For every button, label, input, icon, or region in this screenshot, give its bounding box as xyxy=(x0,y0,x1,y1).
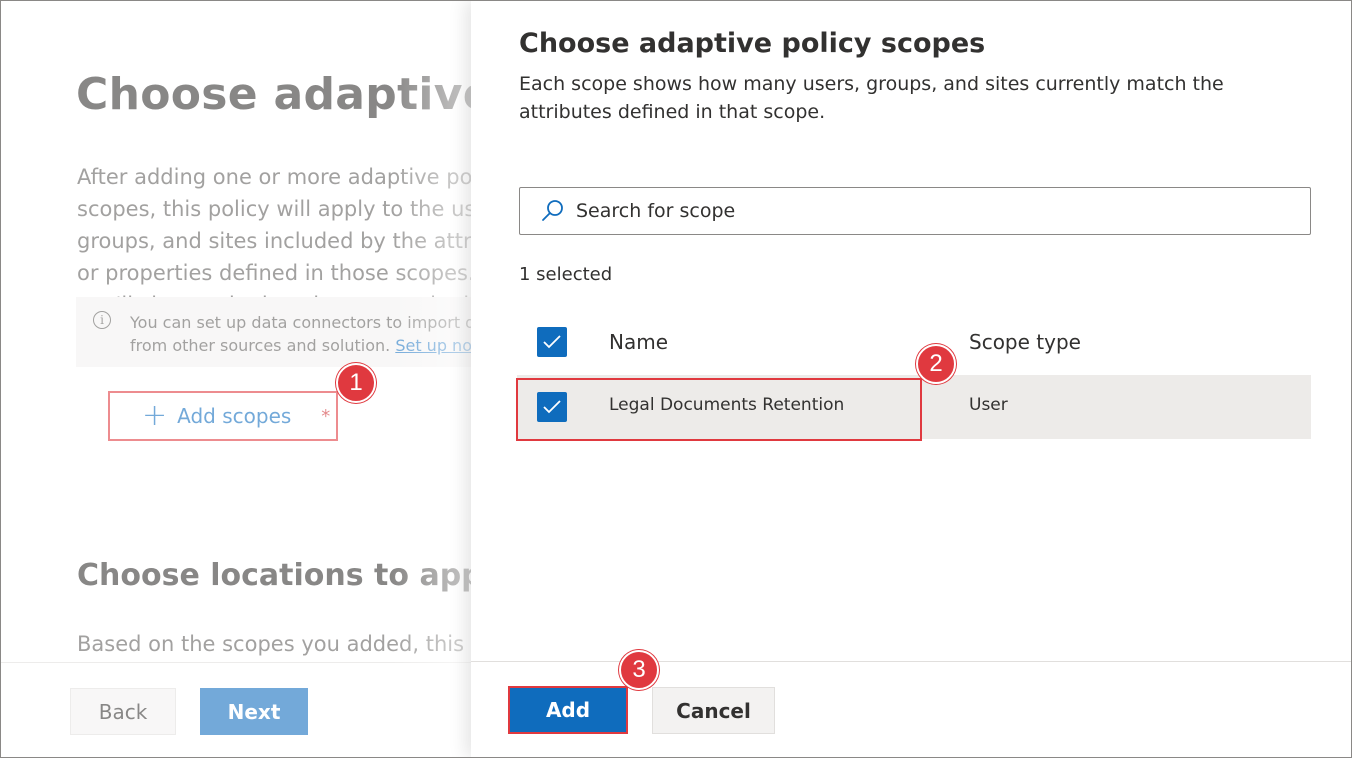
panel-footer: Add Cancel xyxy=(471,661,1351,757)
search-icon xyxy=(540,198,566,224)
add-scopes-label: Add scopes xyxy=(177,404,292,428)
step-badge-3: 3 xyxy=(619,650,659,690)
row-scope-type-cell: User xyxy=(969,395,1008,415)
screenshot-frame: Choose adaptive policy scopes After addi… xyxy=(0,0,1352,758)
scopes-flyout-panel: Choose adaptive policy scopes Each scope… xyxy=(471,1,1351,757)
select-all-checkbox[interactable] xyxy=(537,327,567,357)
search-input[interactable] xyxy=(574,199,1278,223)
panel-title: Choose adaptive policy scopes xyxy=(519,28,986,59)
cancel-button[interactable]: Cancel xyxy=(652,687,775,734)
locations-description: Based on the scopes you added, this poli… xyxy=(77,632,533,656)
checkmark-icon xyxy=(543,400,561,414)
checkmark-icon xyxy=(543,335,561,349)
info-banner-text: You can set up data connectors to import… xyxy=(130,311,530,357)
row-name-cell: Legal Documents Retention xyxy=(609,395,845,415)
panel-description: Each scope shows how many users, groups,… xyxy=(519,73,1224,123)
required-marker: * xyxy=(321,405,331,427)
column-header-name[interactable]: Name xyxy=(609,319,668,365)
column-header-scope-type[interactable]: Scope type xyxy=(969,319,1081,365)
info-icon: i xyxy=(93,311,111,329)
add-button[interactable]: Add xyxy=(508,686,628,734)
back-button[interactable]: Back xyxy=(70,688,176,735)
plus-icon: + xyxy=(142,398,168,433)
next-button[interactable]: Next xyxy=(200,688,308,735)
step-badge-2: 2 xyxy=(916,344,956,384)
selected-count: 1 selected xyxy=(519,264,613,285)
add-scopes-button[interactable]: + Add scopes * xyxy=(108,391,338,441)
step-badge-1: 1 xyxy=(336,363,376,403)
search-box[interactable] xyxy=(519,187,1311,235)
row-checkbox[interactable] xyxy=(537,392,567,422)
